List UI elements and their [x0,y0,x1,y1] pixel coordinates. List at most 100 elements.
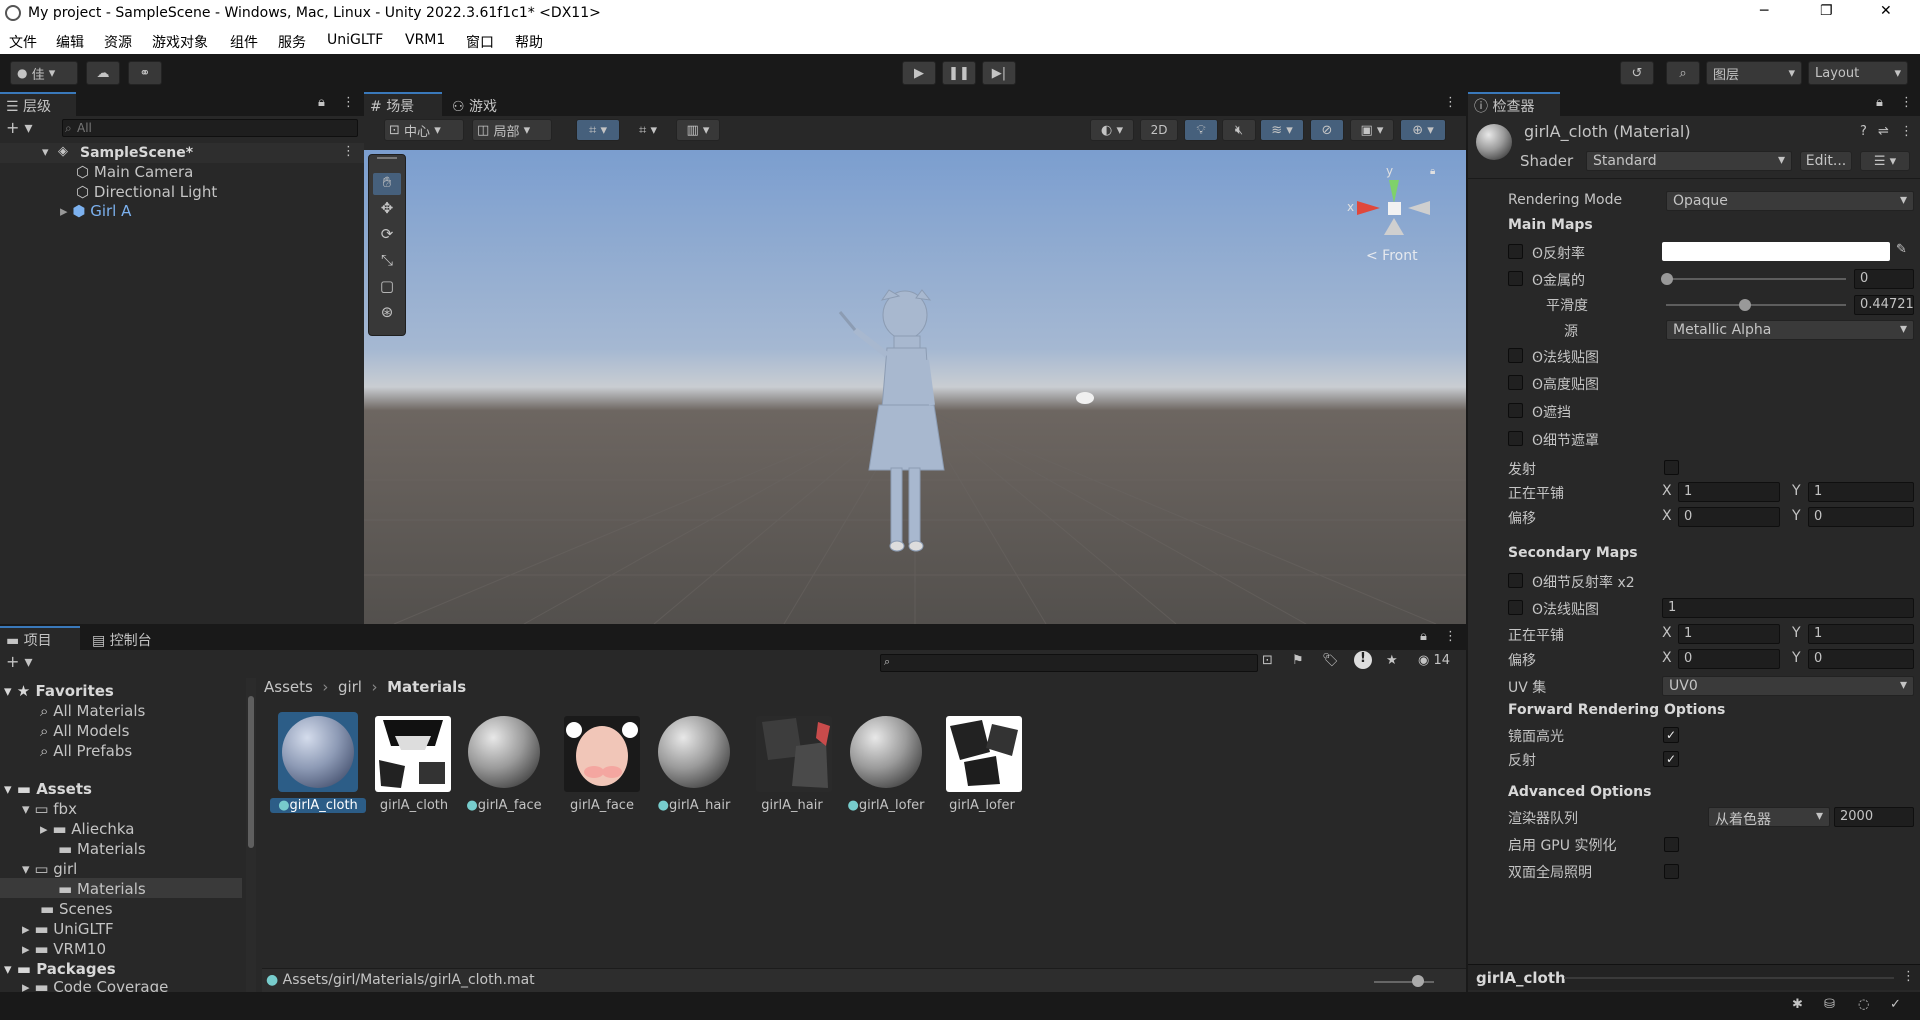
shader-options-button[interactable]: ☰ ▾ [1860,151,1910,171]
gizmo-view-label[interactable]: < Front [1366,248,1418,264]
2d-toggle-button[interactable]: 2D [1140,119,1178,141]
pivot-dropdown[interactable]: ⊡ 中心 ▾ [384,119,464,141]
close-button[interactable]: ✕ [1880,3,1892,19]
folder-item[interactable]: ▾ ▭ fbx [22,800,77,818]
directional-light-gizmo[interactable] [1076,392,1094,404]
hidden-objects-toggle[interactable]: ⊘ [1310,119,1344,141]
tab-inspector[interactable]: ⓘ 检查器 [1468,92,1560,116]
menu-component[interactable]: 组件 [230,32,258,52]
transform-tool-icon[interactable]: ⊛ [373,303,401,325]
more-menu-icon[interactable]: ⋮ [1444,95,1457,110]
folder-item[interactable]: ▸ ▬ Code Coverage [22,978,168,992]
texture-thumbnail[interactable] [375,716,451,792]
occlusion-slot[interactable] [1508,403,1523,418]
shader-edit-button[interactable]: Edit... [1800,151,1852,171]
material-thumbnail[interactable] [850,716,922,788]
label-icon[interactable]: 🏷︎ [1322,653,1339,668]
folder-item[interactable]: ▾ ▭ girl [22,860,77,878]
hand-tool-icon[interactable]: ✋︎ [373,173,401,195]
metallic-slider-track[interactable] [1666,278,1846,280]
favorite-star-icon[interactable]: ★ [1386,653,1398,668]
project-search-input[interactable]: ⌕ [880,654,1258,672]
metallic-slider-handle[interactable] [1661,273,1673,285]
step-button[interactable]: ▶| [982,61,1016,85]
tab-project[interactable]: ▬ 项目 [0,626,80,650]
more-menu-icon[interactable]: ⋮ [342,144,355,159]
tiling-y-field[interactable]: 1 [1808,482,1914,502]
more-menu-icon[interactable]: ⋮ [1900,95,1913,110]
asset-label[interactable]: girlA_face [554,798,650,813]
packages-header[interactable]: ▾ ▬ Packages [4,960,116,978]
breadcrumb-girl[interactable]: girl [338,678,362,696]
warning-icon[interactable]: ! [1354,651,1372,669]
rect-tool-icon[interactable]: ▢ [373,277,401,299]
folder-item[interactable]: ▸ ▬ UniGLTF [22,920,114,938]
asset-label[interactable]: girlA_lofer [934,798,1030,813]
offset-x-field[interactable]: 0 [1678,507,1780,527]
draw-mode-button[interactable]: ◐ ▾ [1090,119,1134,141]
audio-toggle[interactable]: 🔇︎ [1222,119,1256,141]
more-menu-icon[interactable]: ⋮ [1902,969,1915,984]
favorites-header[interactable]: ▾ ★ Favorites [4,682,114,700]
reflections-checkbox[interactable]: ✓ [1663,751,1679,767]
metallic-value-field[interactable]: 0 [1854,269,1914,289]
render-queue-field[interactable]: 2000 [1834,807,1914,827]
move-tool-icon[interactable]: ✥ [373,199,401,221]
help-icon[interactable]: ? [1860,124,1867,139]
cache-server-icon[interactable]: ⛁ [1824,997,1835,1012]
menu-file[interactable]: 文件 [9,32,37,52]
eyedropper-icon[interactable]: ✎ [1896,242,1907,257]
zoom-slider-handle[interactable] [1412,975,1424,987]
create-asset-button[interactable]: + ▾ [6,652,33,671]
folder-item-selected[interactable]: ▬ Materials [0,878,242,898]
zoom-slider-track[interactable] [1374,981,1434,983]
menu-services[interactable]: 服务 [278,32,306,52]
material-thumbnail[interactable] [282,716,354,788]
lock-icon[interactable]: 🔒︎ [318,95,325,110]
tab-console[interactable]: ▤ 控制台 [86,626,174,650]
render-queue-dropdown[interactable]: 从着色器 [1708,807,1830,828]
lighting-toggle[interactable]: 💡︎ [1184,119,1218,141]
drag-handle[interactable] [1564,977,1894,979]
menu-assets[interactable]: 资源 [104,32,132,52]
presets-icon[interactable]: ⇌ [1878,124,1889,139]
lock-icon[interactable]: 🔒︎ [1420,629,1427,644]
scale-tool-icon[interactable]: ⤡ [373,251,401,273]
offset-y-field[interactable]: 0 [1808,507,1914,527]
hierarchy-search-input[interactable]: ⌕ All [62,119,358,137]
grid-snap-button[interactable]: ⌗ ▾ [576,119,620,141]
tab-scene[interactable]: # 场景 [364,92,442,116]
sec-tiling-x-field[interactable]: 1 [1678,624,1780,644]
favorite-item[interactable]: ⌕ All Prefabs [40,742,132,760]
progress-icon[interactable]: ◌ [1858,997,1869,1012]
scene-viewport[interactable]: y x < Front 🔒︎ ✋︎ ✥ ⟳ ⤡ ▢ ⊛ [364,150,1466,624]
play-button[interactable]: ▶ [902,61,936,85]
menu-unigltf[interactable]: UniGLTF [327,32,383,48]
texture-thumbnail[interactable] [756,716,832,792]
detail-mask-slot[interactable] [1508,431,1523,446]
scrollbar-thumb[interactable] [248,696,254,848]
menu-vrm1[interactable]: VRM1 [405,32,445,48]
scene-row[interactable]: ▾ ◈ SampleScene* ⋮ [0,143,364,163]
pause-button[interactable]: ❚❚ [942,61,976,85]
tab-game[interactable]: ⚇ 游戏 [446,92,512,116]
asset-label[interactable]: ●girlA_cloth [270,798,366,813]
gizmos-button[interactable]: ⊕ ▾ [1400,119,1446,141]
effects-toggle[interactable]: ≋ ▾ [1260,119,1304,141]
search-by-type-icon[interactable]: ⊡ [1262,653,1273,668]
camera-settings-button[interactable]: ▣ ▾ [1350,119,1394,141]
specular-checkbox[interactable]: ✓ [1663,727,1679,743]
asset-label[interactable]: ●girlA_lofer [838,798,934,813]
texture-thumbnail[interactable] [564,716,640,792]
material-thumbnail[interactable] [658,716,730,788]
rotate-tool-icon[interactable]: ⟳ [373,225,401,247]
tab-hierarchy[interactable]: ☰ 层级 [0,92,76,116]
menu-gameobject[interactable]: 游戏对象 [152,32,208,52]
uv-set-dropdown[interactable]: UV0 [1662,676,1914,696]
detail-albedo-slot[interactable] [1508,573,1523,588]
gpu-instancing-checkbox[interactable] [1664,837,1679,852]
asset-label[interactable]: ●girlA_hair [646,798,742,813]
maximize-button[interactable]: ❐ [1820,3,1833,19]
asset-label[interactable]: girlA_cloth [366,798,462,813]
breadcrumb-materials[interactable]: Materials [387,678,466,696]
